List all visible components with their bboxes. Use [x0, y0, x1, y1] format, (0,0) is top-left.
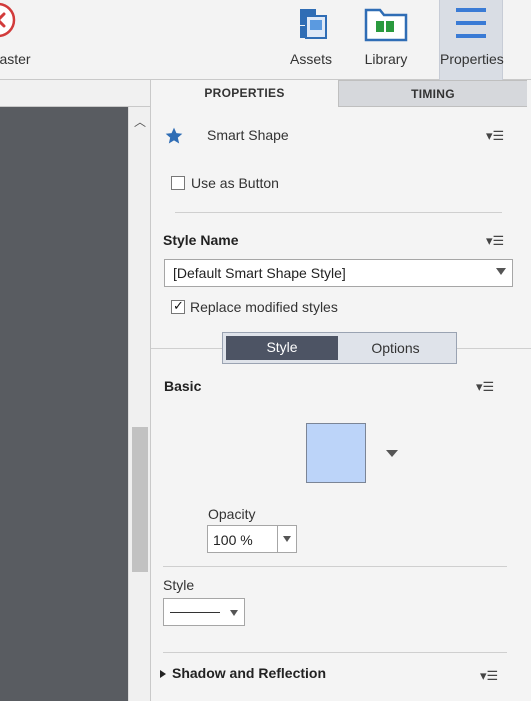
- replace-modified-checkbox[interactable]: [171, 298, 185, 314]
- properties-label: Properties: [440, 51, 504, 67]
- stage-canvas[interactable]: [0, 107, 128, 701]
- panel-tabs: PROPERTIES TIMING: [151, 80, 531, 107]
- star-icon: [165, 127, 183, 144]
- scrollbar-thumb[interactable]: [132, 427, 148, 572]
- vertical-scrollbar[interactable]: ︿: [128, 107, 150, 701]
- properties-button[interactable]: Properties: [439, 0, 504, 80]
- style-name-title: Style Name: [163, 232, 239, 248]
- tab-properties[interactable]: PROPERTIES: [151, 80, 339, 107]
- opacity-value: 100 %: [213, 532, 253, 548]
- style-options-toggle: Style Options: [222, 332, 457, 364]
- stage-header: [0, 80, 150, 107]
- library-button[interactable]: Library: [356, 0, 416, 80]
- segment-options[interactable]: Options: [338, 336, 453, 360]
- use-as-button-checkbox[interactable]: [171, 176, 185, 190]
- stroke-style-dropdown-icon: [230, 610, 238, 616]
- stage-area: ︿: [0, 80, 150, 701]
- hamburger-icon: [456, 8, 486, 38]
- library-label: Library: [364, 51, 408, 67]
- scroll-up-icon[interactable]: ︿: [134, 113, 146, 130]
- style-name-select[interactable]: [Default Smart Shape Style]: [164, 259, 513, 287]
- toolbar: t Master Assets Library Properties: [0, 0, 531, 80]
- stroke-line-preview: [170, 612, 220, 613]
- use-as-button-label: Use as Button: [191, 175, 279, 191]
- opacity-dropdown-icon[interactable]: [283, 536, 291, 542]
- opacity-input[interactable]: 100 %: [207, 525, 297, 553]
- fill-color-dropdown-icon[interactable]: [386, 450, 398, 457]
- style-name-menu-icon[interactable]: ▾☰: [486, 233, 508, 248]
- close-circle-icon: [0, 2, 16, 38]
- properties-panel: PROPERTIES TIMING Smart Shape ▾☰ Use as …: [150, 80, 531, 701]
- tab-timing[interactable]: TIMING: [339, 80, 527, 107]
- basic-menu-icon[interactable]: ▾☰: [476, 379, 498, 394]
- segment-style[interactable]: Style: [226, 336, 338, 360]
- library-folder-icon: [364, 8, 408, 42]
- style-label: Style: [163, 577, 195, 593]
- assets-label: Assets: [289, 51, 332, 67]
- style-name-value: [Default Smart Shape Style]: [173, 265, 346, 281]
- assets-button[interactable]: Assets: [281, 0, 341, 80]
- object-name: Smart Shape: [207, 127, 289, 143]
- stroke-style-select[interactable]: [163, 598, 245, 626]
- divider: [175, 212, 502, 213]
- exit-master-label: t Master: [0, 51, 31, 67]
- expand-arrow-icon[interactable]: [160, 670, 166, 678]
- chevron-down-icon: [496, 268, 506, 275]
- divider: [163, 652, 507, 653]
- assets-icon: [300, 9, 327, 39]
- exit-master-button[interactable]: t Master: [0, 0, 60, 80]
- opacity-separator: [277, 526, 278, 552]
- shadow-reflection-title[interactable]: Shadow and Reflection: [172, 665, 326, 681]
- opacity-label: Opacity: [208, 506, 256, 522]
- replace-modified-label: Replace modified styles: [190, 299, 338, 315]
- basic-title: Basic: [164, 378, 202, 394]
- divider: [163, 566, 507, 567]
- fill-color-swatch[interactable]: [306, 423, 366, 483]
- shadow-menu-icon[interactable]: ▾☰: [480, 668, 502, 683]
- panel-menu-icon[interactable]: ▾☰: [486, 128, 508, 143]
